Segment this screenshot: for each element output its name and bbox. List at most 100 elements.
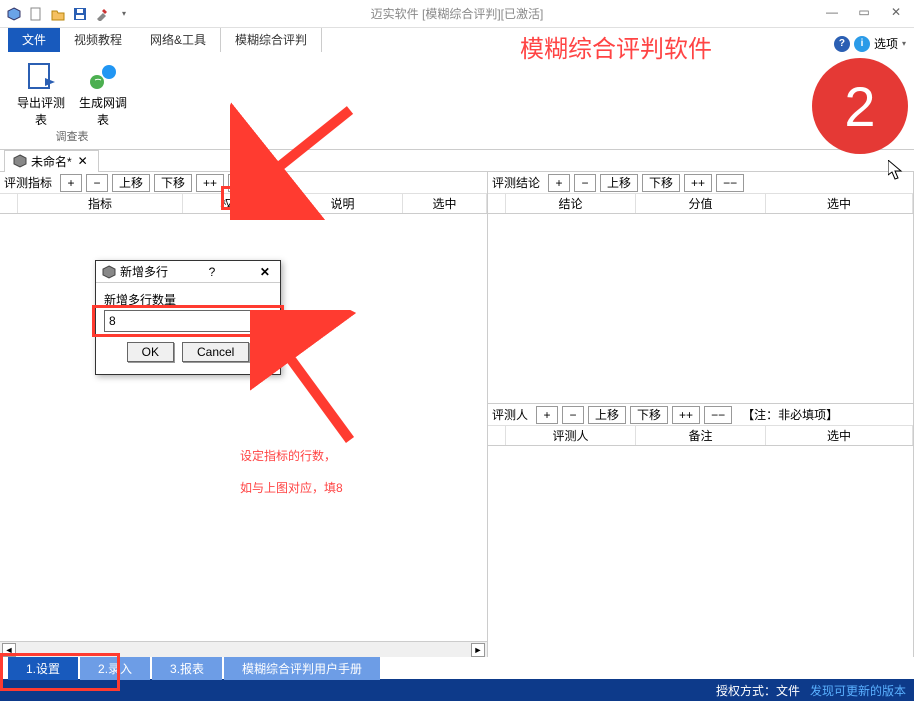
ind-add-button[interactable]: + xyxy=(60,174,82,192)
new-file-icon[interactable] xyxy=(26,4,46,24)
bottom-tab-bar: 1.设置 2.录入 3.报表 模糊综合评判用户手册 xyxy=(0,657,914,679)
ribbon-tabs: 文件 视频教程 网络&工具 模糊综合评判 ? i 选项 ▾ xyxy=(0,28,914,52)
maximize-button[interactable]: ▭ xyxy=(850,5,878,23)
bottom-tab-input[interactable]: 2.录入 xyxy=(80,657,150,680)
bottom-tab-manual[interactable]: 模糊综合评判用户手册 xyxy=(224,657,380,680)
evaluators-note: 【注：非必填项】 xyxy=(742,406,838,423)
con-col-selected[interactable]: 选中 xyxy=(766,194,913,213)
dialog-field-label: 新增多行数量 xyxy=(104,291,272,308)
export-eval-label: 导出评测表 xyxy=(16,94,66,128)
con-moveup-button[interactable]: 上移 xyxy=(600,174,638,192)
indicators-hscroll[interactable]: ◄ ► xyxy=(0,641,487,657)
close-button[interactable]: ✕ xyxy=(882,5,910,23)
ind-remove-button[interactable]: − xyxy=(86,174,108,192)
con-removemulti-button[interactable]: −− xyxy=(716,174,744,192)
add-rows-dialog: 新增多行 ? ✕ 新增多行数量 ▲ ▼ OK Cancel xyxy=(95,260,281,375)
titlebar: ▾ 迈实软件 [模糊综合评判][已激活] — ▭ ✕ xyxy=(0,0,914,28)
auth-mode-label: 授权方式： xyxy=(716,684,776,698)
conclusions-section: 评测结论 + − 上移 下移 ++ −− 结论 分值 选中 xyxy=(488,172,913,404)
spinner-up-icon[interactable]: ▲ xyxy=(269,311,276,321)
eval-moveup-button[interactable]: 上移 xyxy=(588,406,626,424)
dialog-ok-button[interactable]: OK xyxy=(127,342,174,362)
con-add-button[interactable]: + xyxy=(548,174,570,192)
tab-fuzzy[interactable]: 模糊综合评判 xyxy=(220,26,322,52)
right-pane: 评测结论 + − 上移 下移 ++ −− 结论 分值 选中 评测人 + − 上移 xyxy=(488,172,914,657)
ind-movedown-button[interactable]: 下移 xyxy=(154,174,192,192)
auth-mode-value: 文件 xyxy=(776,684,800,698)
ind-col-selected[interactable]: 选中 xyxy=(403,194,487,213)
ribbon-body: 导出评测表 生成网调表 调查表 xyxy=(0,52,914,150)
options-dropdown-icon[interactable]: ▾ xyxy=(902,39,906,48)
spinner-down-icon[interactable]: ▼ xyxy=(269,321,276,331)
evaluators-section: 评测人 + − 上移 下移 ++ −− 【注：非必填项】 评测人 备注 选中 xyxy=(488,404,913,657)
eval-removemulti-button[interactable]: −− xyxy=(704,406,732,424)
ind-col-weight[interactable]: 权重 xyxy=(183,194,283,213)
conclusions-grid-body[interactable] xyxy=(488,214,913,403)
tab-file[interactable]: 文件 xyxy=(8,27,60,52)
window-controls: — ▭ ✕ xyxy=(818,5,910,23)
tab-net-tools[interactable]: 网络&工具 xyxy=(136,27,220,52)
tab-video[interactable]: 视频教程 xyxy=(60,27,136,52)
con-movedown-button[interactable]: 下移 xyxy=(642,174,680,192)
eval-add-button[interactable]: + xyxy=(536,406,558,424)
document-close-button[interactable]: ✕ xyxy=(76,154,90,168)
help-icon[interactable]: ? xyxy=(834,36,850,52)
qat-dropdown-icon[interactable]: ▾ xyxy=(114,4,134,24)
conclusions-toolbar: 评测结论 + − 上移 下移 ++ −− xyxy=(488,172,913,194)
open-file-icon[interactable] xyxy=(48,4,68,24)
scroll-right-icon[interactable]: ► xyxy=(471,643,485,657)
minimize-button[interactable]: — xyxy=(818,5,846,23)
evaluators-toolbar: 评测人 + − 上移 下移 ++ −− 【注：非必填项】 xyxy=(488,404,913,426)
dialog-close-button[interactable]: ✕ xyxy=(256,265,274,279)
generate-web-label: 生成网调表 xyxy=(78,94,128,128)
con-addmulti-button[interactable]: ++ xyxy=(684,174,712,192)
quick-access-toolbar: ▾ xyxy=(4,4,134,24)
dialog-title: 新增多行 xyxy=(120,263,168,280)
conclusions-grid-header: 结论 分值 选中 xyxy=(488,194,913,214)
left-pane: 评测指标 + − 上移 下移 ++ −− 指标 权重 说明 选中 ◄ ► xyxy=(0,172,488,657)
tools-icon[interactable] xyxy=(92,4,112,24)
spinner: ▲ ▼ xyxy=(268,311,276,331)
con-remove-button[interactable]: − xyxy=(574,174,596,192)
status-bar: 授权方式：文件 发现可更新的版本 xyxy=(0,679,914,701)
evaluators-label: 评测人 xyxy=(492,406,528,423)
cube-icon xyxy=(13,154,27,168)
ind-col-indicator[interactable]: 指标 xyxy=(18,194,183,213)
row-count-input[interactable] xyxy=(105,311,268,331)
ind-col-desc[interactable]: 说明 xyxy=(283,194,403,213)
generate-web-button[interactable]: 生成网调表 xyxy=(78,60,128,128)
ind-addmulti-button[interactable]: ++ xyxy=(196,174,224,192)
evaluators-grid-body[interactable] xyxy=(488,446,913,657)
dialog-help-button[interactable]: ? xyxy=(205,265,220,279)
ribbon-group-survey: 导出评测表 生成网调表 调查表 xyxy=(8,56,136,145)
document-tab-row: 未命名* ✕ xyxy=(0,150,914,172)
eval-col-name[interactable]: 评测人 xyxy=(506,426,636,445)
con-col-conclusion[interactable]: 结论 xyxy=(506,194,636,213)
save-icon[interactable] xyxy=(70,4,90,24)
eval-movedown-button[interactable]: 下移 xyxy=(630,406,668,424)
dialog-cancel-button[interactable]: Cancel xyxy=(182,342,249,362)
options-button[interactable]: 选项 xyxy=(874,35,898,52)
dialog-titlebar[interactable]: 新增多行 ? ✕ xyxy=(96,261,280,283)
update-link[interactable]: 发现可更新的版本 xyxy=(810,682,906,699)
ribbon-group-label: 调查表 xyxy=(16,128,128,146)
main-workspace: 评测指标 + − 上移 下移 ++ −− 指标 权重 说明 选中 ◄ ► 评测结… xyxy=(0,172,914,657)
eval-col-note[interactable]: 备注 xyxy=(636,426,766,445)
document-tab[interactable]: 未命名* ✕ xyxy=(4,150,99,172)
indicators-grid-header: 指标 权重 说明 选中 xyxy=(0,194,487,214)
scroll-left-icon[interactable]: ◄ xyxy=(2,643,16,657)
export-eval-button[interactable]: 导出评测表 xyxy=(16,60,66,128)
eval-addmulti-button[interactable]: ++ xyxy=(672,406,700,424)
conclusions-label: 评测结论 xyxy=(492,174,540,191)
app-icon[interactable] xyxy=(4,4,24,24)
ind-moveup-button[interactable]: 上移 xyxy=(112,174,150,192)
info-icon[interactable]: i xyxy=(854,36,870,52)
con-col-score[interactable]: 分值 xyxy=(636,194,766,213)
eval-remove-button[interactable]: − xyxy=(562,406,584,424)
export-icon xyxy=(25,60,57,92)
ind-removemulti-button[interactable]: −− xyxy=(228,174,256,192)
bottom-tab-report[interactable]: 3.报表 xyxy=(152,657,222,680)
bottom-tab-settings[interactable]: 1.设置 xyxy=(8,657,78,680)
dialog-input-wrapper: ▲ ▼ xyxy=(104,310,272,332)
eval-col-selected[interactable]: 选中 xyxy=(766,426,913,445)
